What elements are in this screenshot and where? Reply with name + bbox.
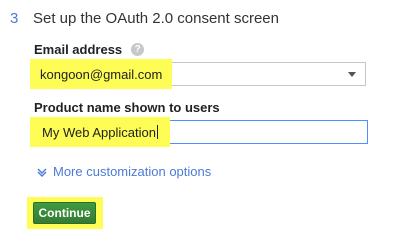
product-name-label: Product name shown to users [34, 100, 220, 115]
product-name-input[interactable]: My Web Application [30, 117, 368, 147]
step-header: 3 Set up the OAuth 2.0 consent screen [10, 8, 279, 28]
product-name-value: My Web Application [30, 117, 170, 147]
dropdown-arrow-icon[interactable] [348, 72, 356, 77]
oauth-consent-step: 3 Set up the OAuth 2.0 consent screen Em… [0, 0, 402, 242]
step-number: 3 [10, 9, 19, 27]
chevron-down-icon [37, 168, 47, 177]
continue-button[interactable]: Continue [33, 202, 96, 224]
product-name-text: My Web Application [42, 124, 156, 140]
product-label-row: Product name shown to users [34, 100, 220, 115]
more-customization-label: More customization options [53, 164, 212, 179]
email-select[interactable]: kongoon@gmail.com [30, 59, 366, 89]
step-title: Set up the OAuth 2.0 consent screen [33, 9, 279, 27]
email-label: Email address [34, 42, 123, 57]
help-icon[interactable]: ? [131, 43, 145, 56]
email-select-value: kongoon@gmail.com [30, 59, 173, 89]
text-caret [156, 125, 158, 139]
more-customization-link[interactable]: More customization options [36, 164, 211, 179]
email-label-row: Email address ? [34, 42, 145, 57]
continue-highlight: Continue [27, 197, 103, 229]
